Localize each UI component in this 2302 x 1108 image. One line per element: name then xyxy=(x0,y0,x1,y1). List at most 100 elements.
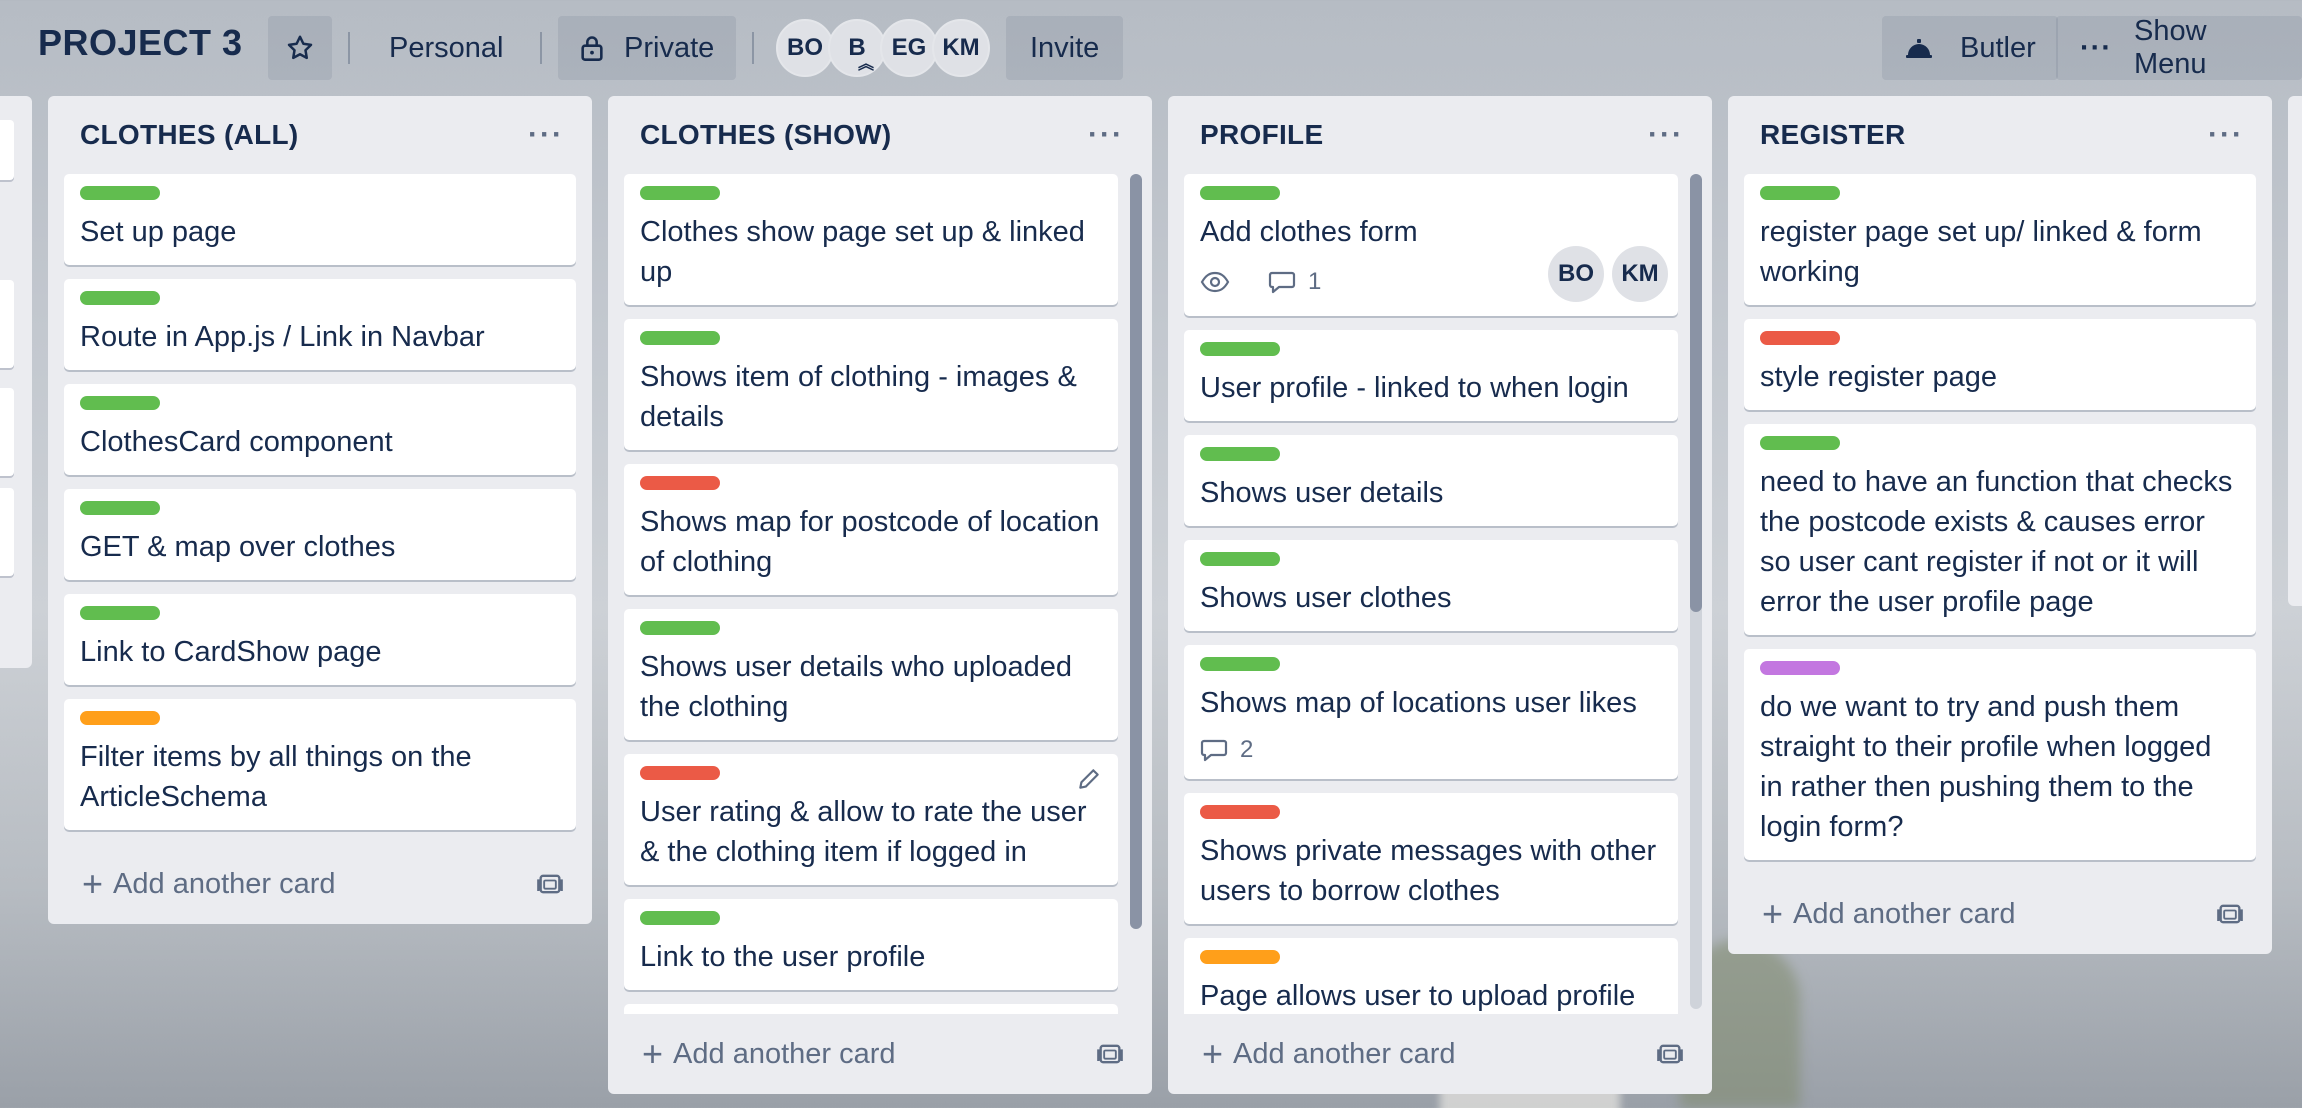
add-card-button[interactable]: + Add another card xyxy=(82,866,336,902)
list-menu-icon[interactable]: ··· xyxy=(1088,118,1124,152)
card-label-green[interactable] xyxy=(80,186,160,200)
card-label-green[interactable] xyxy=(640,911,720,925)
card[interactable]: Page allows user to upload profile xyxy=(1184,938,1678,1014)
card-label-green[interactable] xyxy=(80,291,160,305)
card[interactable]: User rating & allow to rate the user & t… xyxy=(624,754,1118,885)
card-title: User rating & allow to rate the user & t… xyxy=(640,796,1087,868)
avatar[interactable]: B ︽ xyxy=(828,19,886,77)
card-label-red[interactable] xyxy=(640,476,720,490)
list-menu-icon[interactable]: ··· xyxy=(1648,118,1684,152)
card-stub[interactable] xyxy=(0,120,14,180)
card[interactable]: Shows user details xyxy=(1184,435,1678,526)
card-stub[interactable] xyxy=(0,280,14,368)
card[interactable]: Shows user clothes xyxy=(1184,540,1678,631)
list-scrollbar[interactable] xyxy=(1690,174,1702,1009)
team-visibility-button[interactable]: Personal xyxy=(365,16,527,80)
card-label-orange[interactable] xyxy=(1200,950,1280,964)
card[interactable]: User profile - linked to when login xyxy=(1184,330,1678,421)
card[interactable]: Add clothes form 1 BO KM xyxy=(1184,174,1678,316)
card-stub[interactable] xyxy=(0,488,14,576)
card[interactable]: register page set up/ linked & form work… xyxy=(1744,174,2256,305)
card-stub[interactable] xyxy=(0,388,14,476)
card[interactable]: Route in App.js / Link in Navbar xyxy=(64,279,576,370)
card-template-icon[interactable] xyxy=(1096,1040,1124,1068)
card[interactable]: Filter items by all things on the Articl… xyxy=(64,699,576,830)
card-label-green[interactable] xyxy=(640,621,720,635)
add-card-button[interactable]: + Add another card xyxy=(1202,1036,1456,1072)
list-title[interactable]: REGISTER xyxy=(1760,119,1906,151)
list-header[interactable]: CLOTHES (ALL) ··· xyxy=(48,96,592,174)
card[interactable] xyxy=(624,1004,1118,1014)
avatar[interactable]: BO xyxy=(776,19,834,77)
card-label-green[interactable] xyxy=(1200,186,1280,200)
card[interactable]: Set up page xyxy=(64,174,576,265)
card-label-green[interactable] xyxy=(1200,552,1280,566)
list-title[interactable]: PROFILE xyxy=(1200,119,1323,151)
card-template-icon[interactable] xyxy=(1656,1040,1684,1068)
card-label-green[interactable] xyxy=(1760,186,1840,200)
card-title: User profile - linked to when login xyxy=(1200,372,1629,404)
card[interactable]: Link to CardShow page xyxy=(64,594,576,685)
avatar[interactable]: KM xyxy=(1612,246,1668,302)
card-label-red[interactable] xyxy=(1200,805,1280,819)
avatar[interactable]: KM xyxy=(932,19,990,77)
card-label-red[interactable] xyxy=(640,766,720,780)
show-menu-button[interactable]: ··· Show Menu xyxy=(2056,15,2302,80)
card-label-green[interactable] xyxy=(1200,342,1280,356)
list-title[interactable]: CLOTHES (SHOW) xyxy=(640,119,892,151)
card-label-green[interactable] xyxy=(1760,436,1840,450)
card[interactable]: Shows map for postcode of location of cl… xyxy=(624,464,1118,595)
butler-button[interactable]: Butler xyxy=(1882,16,2058,80)
list-header[interactable]: PROFILE ··· xyxy=(1168,96,1712,174)
scrollbar-thumb[interactable] xyxy=(1130,174,1142,929)
card[interactable]: Shows item of clothing - images & detail… xyxy=(624,319,1118,450)
star-board-button[interactable] xyxy=(268,16,332,80)
privacy-label: Private xyxy=(624,31,715,64)
avatar[interactable]: BO xyxy=(1548,246,1604,302)
card-label-orange[interactable] xyxy=(80,711,160,725)
avatar[interactable]: EG xyxy=(880,19,938,77)
card[interactable]: Link to the user profile xyxy=(624,899,1118,990)
list-header[interactable]: REGISTER ··· xyxy=(1728,96,2272,174)
card[interactable]: Clothes show page set up & linked up xyxy=(624,174,1118,305)
list-header[interactable]: CLOTHES (SHOW) ··· xyxy=(608,96,1152,174)
board-title[interactable]: PROJECT 3 xyxy=(38,22,243,64)
list-menu-icon[interactable]: ··· xyxy=(528,118,564,152)
card-label-green[interactable] xyxy=(80,501,160,515)
privacy-button[interactable]: Private xyxy=(558,16,737,80)
card[interactable]: GET & map over clothes xyxy=(64,489,576,580)
card-template-icon[interactable] xyxy=(536,870,564,898)
card[interactable]: ClothesCard component xyxy=(64,384,576,475)
card[interactable]: Shows map of locations user likes 2 xyxy=(1184,645,1678,779)
card-label-purple[interactable] xyxy=(1760,661,1840,675)
list-partial-right[interactable] xyxy=(2288,96,2302,606)
card-label-green[interactable] xyxy=(640,186,720,200)
card[interactable]: Shows user details who uploaded the clot… xyxy=(624,609,1118,740)
pencil-edit-icon[interactable] xyxy=(1076,766,1102,792)
card-label-red[interactable] xyxy=(1760,331,1840,345)
card-list: Set up page Route in App.js / Link in Na… xyxy=(48,174,592,844)
list-title[interactable]: CLOTHES (ALL) xyxy=(80,119,299,151)
card[interactable]: Shows private messages with other users … xyxy=(1184,793,1678,924)
add-card-button[interactable]: + Add another card xyxy=(642,1036,896,1072)
list-register: REGISTER ··· register page set up/ linke… xyxy=(1728,96,2272,954)
card-label-green[interactable] xyxy=(1200,657,1280,671)
invite-button[interactable]: Invite xyxy=(1006,16,1124,80)
scrollbar-thumb[interactable] xyxy=(1690,174,1702,612)
list-scrollbar[interactable] xyxy=(1130,174,1142,929)
comment-count: 2 xyxy=(1240,736,1254,763)
card[interactable]: need to have an function that checks the… xyxy=(1744,424,2256,635)
list-menu-icon[interactable]: ··· xyxy=(2208,118,2244,152)
list-partial-left[interactable] xyxy=(0,96,32,668)
card-label-green[interactable] xyxy=(1200,447,1280,461)
card-label-green[interactable] xyxy=(80,396,160,410)
card-template-icon[interactable] xyxy=(2216,900,2244,928)
add-card-button[interactable]: + Add another card xyxy=(1762,896,2016,932)
card-label-green[interactable] xyxy=(640,331,720,345)
card[interactable]: do we want to try and push them straight… xyxy=(1744,649,2256,860)
card-list: Add clothes form 1 BO KM User profile - … xyxy=(1168,174,1712,1014)
card-title: Shows user details who uploaded the clot… xyxy=(640,651,1073,723)
list-clothes-all: CLOTHES (ALL) ··· Set up page Route in A… xyxy=(48,96,592,924)
card[interactable]: style register page xyxy=(1744,319,2256,410)
card-label-green[interactable] xyxy=(80,606,160,620)
